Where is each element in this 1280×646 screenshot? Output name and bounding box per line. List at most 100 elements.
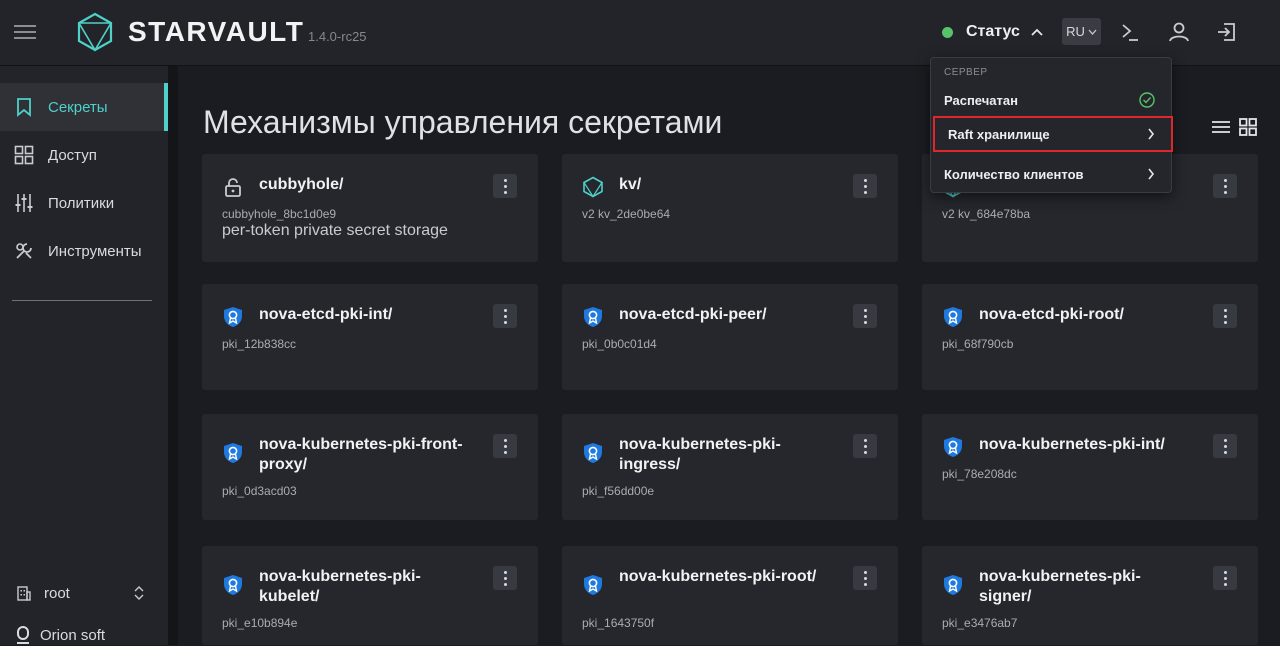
engine-name: nova-etcd-pki-peer/: [619, 306, 767, 323]
pki-shield-icon: [222, 306, 244, 328]
sidebar-item-label: Секреты: [48, 98, 108, 116]
sidebar-item-access[interactable]: Доступ: [0, 131, 168, 179]
pki-shield-icon: [582, 574, 604, 596]
brand-name: STARVAULT: [128, 16, 305, 47]
kv-icon: [582, 176, 604, 198]
version-label: 1.4.0-rc25: [308, 29, 367, 44]
more-options-button[interactable]: [1213, 174, 1237, 198]
status-dot: [942, 26, 953, 38]
engine-name: nova-kubernetes-pki-kubelet/: [259, 568, 421, 605]
engine-id: pki_0d3acd03: [222, 484, 297, 498]
more-options-button[interactable]: [493, 434, 517, 458]
secret-engine-card[interactable]: nova-kubernetes-pki-kubelet/pki_e10b894e: [202, 546, 538, 645]
pki-shield-icon: [582, 442, 604, 464]
menu-item-raft-storage[interactable]: Raft хранилище: [933, 116, 1173, 152]
dropdown-header: СЕРВЕР: [944, 67, 988, 78]
engine-id: pki_12b838cc: [222, 337, 297, 351]
engine-name: nova-kubernetes-pki-int/: [979, 436, 1165, 453]
chevron-up-icon: [1031, 28, 1043, 36]
engine-id: cubbyhole_8bc1d0e9: [222, 207, 337, 221]
engine-id: pki_78e208dc: [942, 467, 1017, 481]
terminal-icon[interactable]: [1118, 20, 1142, 44]
engine-name: nova-kubernetes-pki-signer/: [979, 568, 1141, 605]
engine-id: pki_68f790cb: [942, 337, 1014, 351]
secret-engine-card[interactable]: nova-etcd-pki-int/pki_12b838cc: [202, 284, 538, 390]
engine-name: nova-kubernetes-pki-root/: [619, 568, 817, 585]
menu-item-client-count[interactable]: Количество клиентов: [931, 156, 1171, 192]
more-options-button[interactable]: [493, 566, 517, 590]
more-options-button[interactable]: [853, 434, 877, 458]
engine-name: cubbyhole/: [259, 176, 344, 193]
building-icon: [17, 586, 31, 601]
user-icon[interactable]: [1167, 20, 1191, 44]
chevron-down-icon: [1088, 29, 1097, 35]
pki-shield-icon: [222, 442, 244, 464]
engine-description: per-token private secret storage: [222, 222, 448, 239]
orion-logo-icon: [17, 626, 29, 644]
list-view-icon[interactable]: [1212, 118, 1230, 136]
engine-id: pki_1643750f: [582, 616, 655, 630]
engine-name: nova-kubernetes-pki-front-proxy/: [259, 436, 463, 473]
secret-engine-card[interactable]: nova-kubernetes-pki-root/pki_1643750f: [562, 546, 898, 645]
org-info: Orion soft: [16, 624, 105, 646]
sidebar-item-label: Политики: [48, 194, 115, 212]
logo-icon[interactable]: [76, 12, 114, 52]
tools-icon: [16, 243, 32, 259]
menu-item-label: Распечатан: [944, 92, 1018, 108]
pki-shield-icon: [222, 574, 244, 596]
secret-engine-card[interactable]: kv/v2 kv_2de0be64: [562, 154, 898, 262]
secret-engine-card[interactable]: nova-kubernetes-pki-front-proxy/pki_0d3a…: [202, 414, 538, 520]
more-options-button[interactable]: [853, 566, 877, 590]
grid-icon: [14, 145, 34, 165]
bookmark-icon: [17, 98, 31, 117]
status-dropdown: СЕРВЕР Распечатан Raft хранилище Количес…: [930, 57, 1173, 193]
more-options-button[interactable]: [493, 174, 517, 198]
lock-icon: [222, 176, 244, 198]
sliders-icon: [15, 194, 33, 212]
status-toggle[interactable]: Статус: [942, 21, 1043, 43]
secret-engine-card[interactable]: nova-kubernetes-pki-ingress/pki_f56dd00e: [562, 414, 898, 520]
more-options-button[interactable]: [1213, 566, 1237, 590]
more-options-button[interactable]: [1213, 434, 1237, 458]
sidebar-divider: [12, 300, 152, 301]
engine-name: nova-etcd-pki-root/: [979, 306, 1124, 323]
pki-shield-icon: [942, 574, 964, 596]
secret-engine-card[interactable]: nova-kubernetes-pki-signer/pki_e3476ab7: [922, 546, 1258, 645]
more-options-button[interactable]: [853, 304, 877, 328]
engine-id: v2 kv_684e78ba: [942, 207, 1031, 221]
namespace-selector[interactable]: root: [16, 582, 144, 604]
more-options-button[interactable]: [493, 304, 517, 328]
engine-id: pki_0b0c01d4: [582, 337, 657, 351]
engine-name: kv/: [619, 176, 642, 193]
grid-view-icon[interactable]: [1239, 118, 1257, 136]
sidebar-item-secrets[interactable]: Секреты: [0, 83, 168, 131]
page-title: Механизмы управления секретами: [203, 104, 723, 140]
secret-engine-card[interactable]: nova-etcd-pki-root/pki_68f790cb: [922, 284, 1258, 390]
chevron-right-icon: [1148, 128, 1155, 140]
secret-engine-card[interactable]: cubbyhole/cubbyhole_8bc1d0e9 per-token pr…: [202, 154, 538, 262]
engine-id: pki_e3476ab7: [942, 616, 1018, 630]
sidebar-item-tools[interactable]: Инструменты: [0, 227, 168, 275]
menu-item-unsealed[interactable]: Распечатан: [931, 82, 1171, 118]
engine-id: v2 kv_2de0be64: [582, 207, 671, 221]
org-label: Orion soft: [40, 626, 106, 644]
language-select[interactable]: RU: [1062, 18, 1101, 45]
secret-engine-card[interactable]: nova-kubernetes-pki-int/pki_78e208dc: [922, 414, 1258, 520]
engine-name: nova-kubernetes-pki-ingress/: [619, 436, 781, 473]
pki-shield-icon: [942, 436, 964, 458]
more-options-button[interactable]: [853, 174, 877, 198]
language-label: RU: [1066, 24, 1085, 39]
pki-shield-icon: [942, 306, 964, 328]
secret-engine-card[interactable]: nova-etcd-pki-peer/pki_0b0c01d4: [562, 284, 898, 390]
chevron-updown-icon: [134, 586, 144, 600]
chevron-right-icon: [1148, 168, 1155, 180]
engine-id: pki_f56dd00e: [582, 484, 655, 498]
logout-icon[interactable]: [1215, 20, 1239, 44]
namespace-label: root: [44, 584, 70, 602]
view-toggle: [1212, 118, 1257, 136]
sidebar-item-policies[interactable]: Политики: [0, 179, 168, 227]
menu-icon[interactable]: [14, 22, 36, 42]
more-options-button[interactable]: [1213, 304, 1237, 328]
sidebar-item-label: Доступ: [48, 146, 97, 164]
sidebar: Секреты Доступ Политики Инструменты: [0, 66, 168, 645]
